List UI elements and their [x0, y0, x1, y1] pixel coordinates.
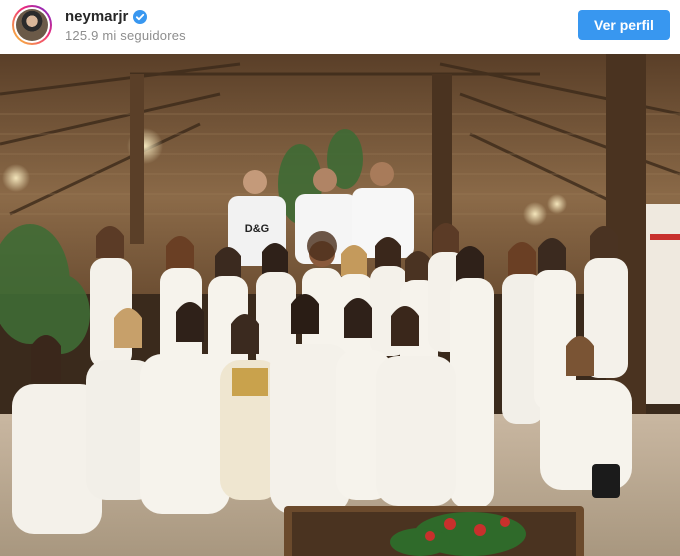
- post-header: neymarjr 125.9 mi seguidores Ver perfil: [0, 0, 680, 54]
- group-photo-illustration: D&G: [0, 54, 680, 556]
- username[interactable]: neymarjr: [65, 8, 128, 25]
- view-profile-button[interactable]: Ver perfil: [578, 10, 670, 40]
- post-photo[interactable]: D&G: [0, 54, 680, 556]
- followers-count: 125.9 mi seguidores: [65, 28, 186, 43]
- username-row: neymarjr: [65, 8, 148, 25]
- avatar-photo: [16, 9, 48, 41]
- verified-badge-icon: [133, 9, 148, 24]
- shirt-print: D&G: [245, 223, 269, 235]
- avatar[interactable]: [12, 5, 52, 45]
